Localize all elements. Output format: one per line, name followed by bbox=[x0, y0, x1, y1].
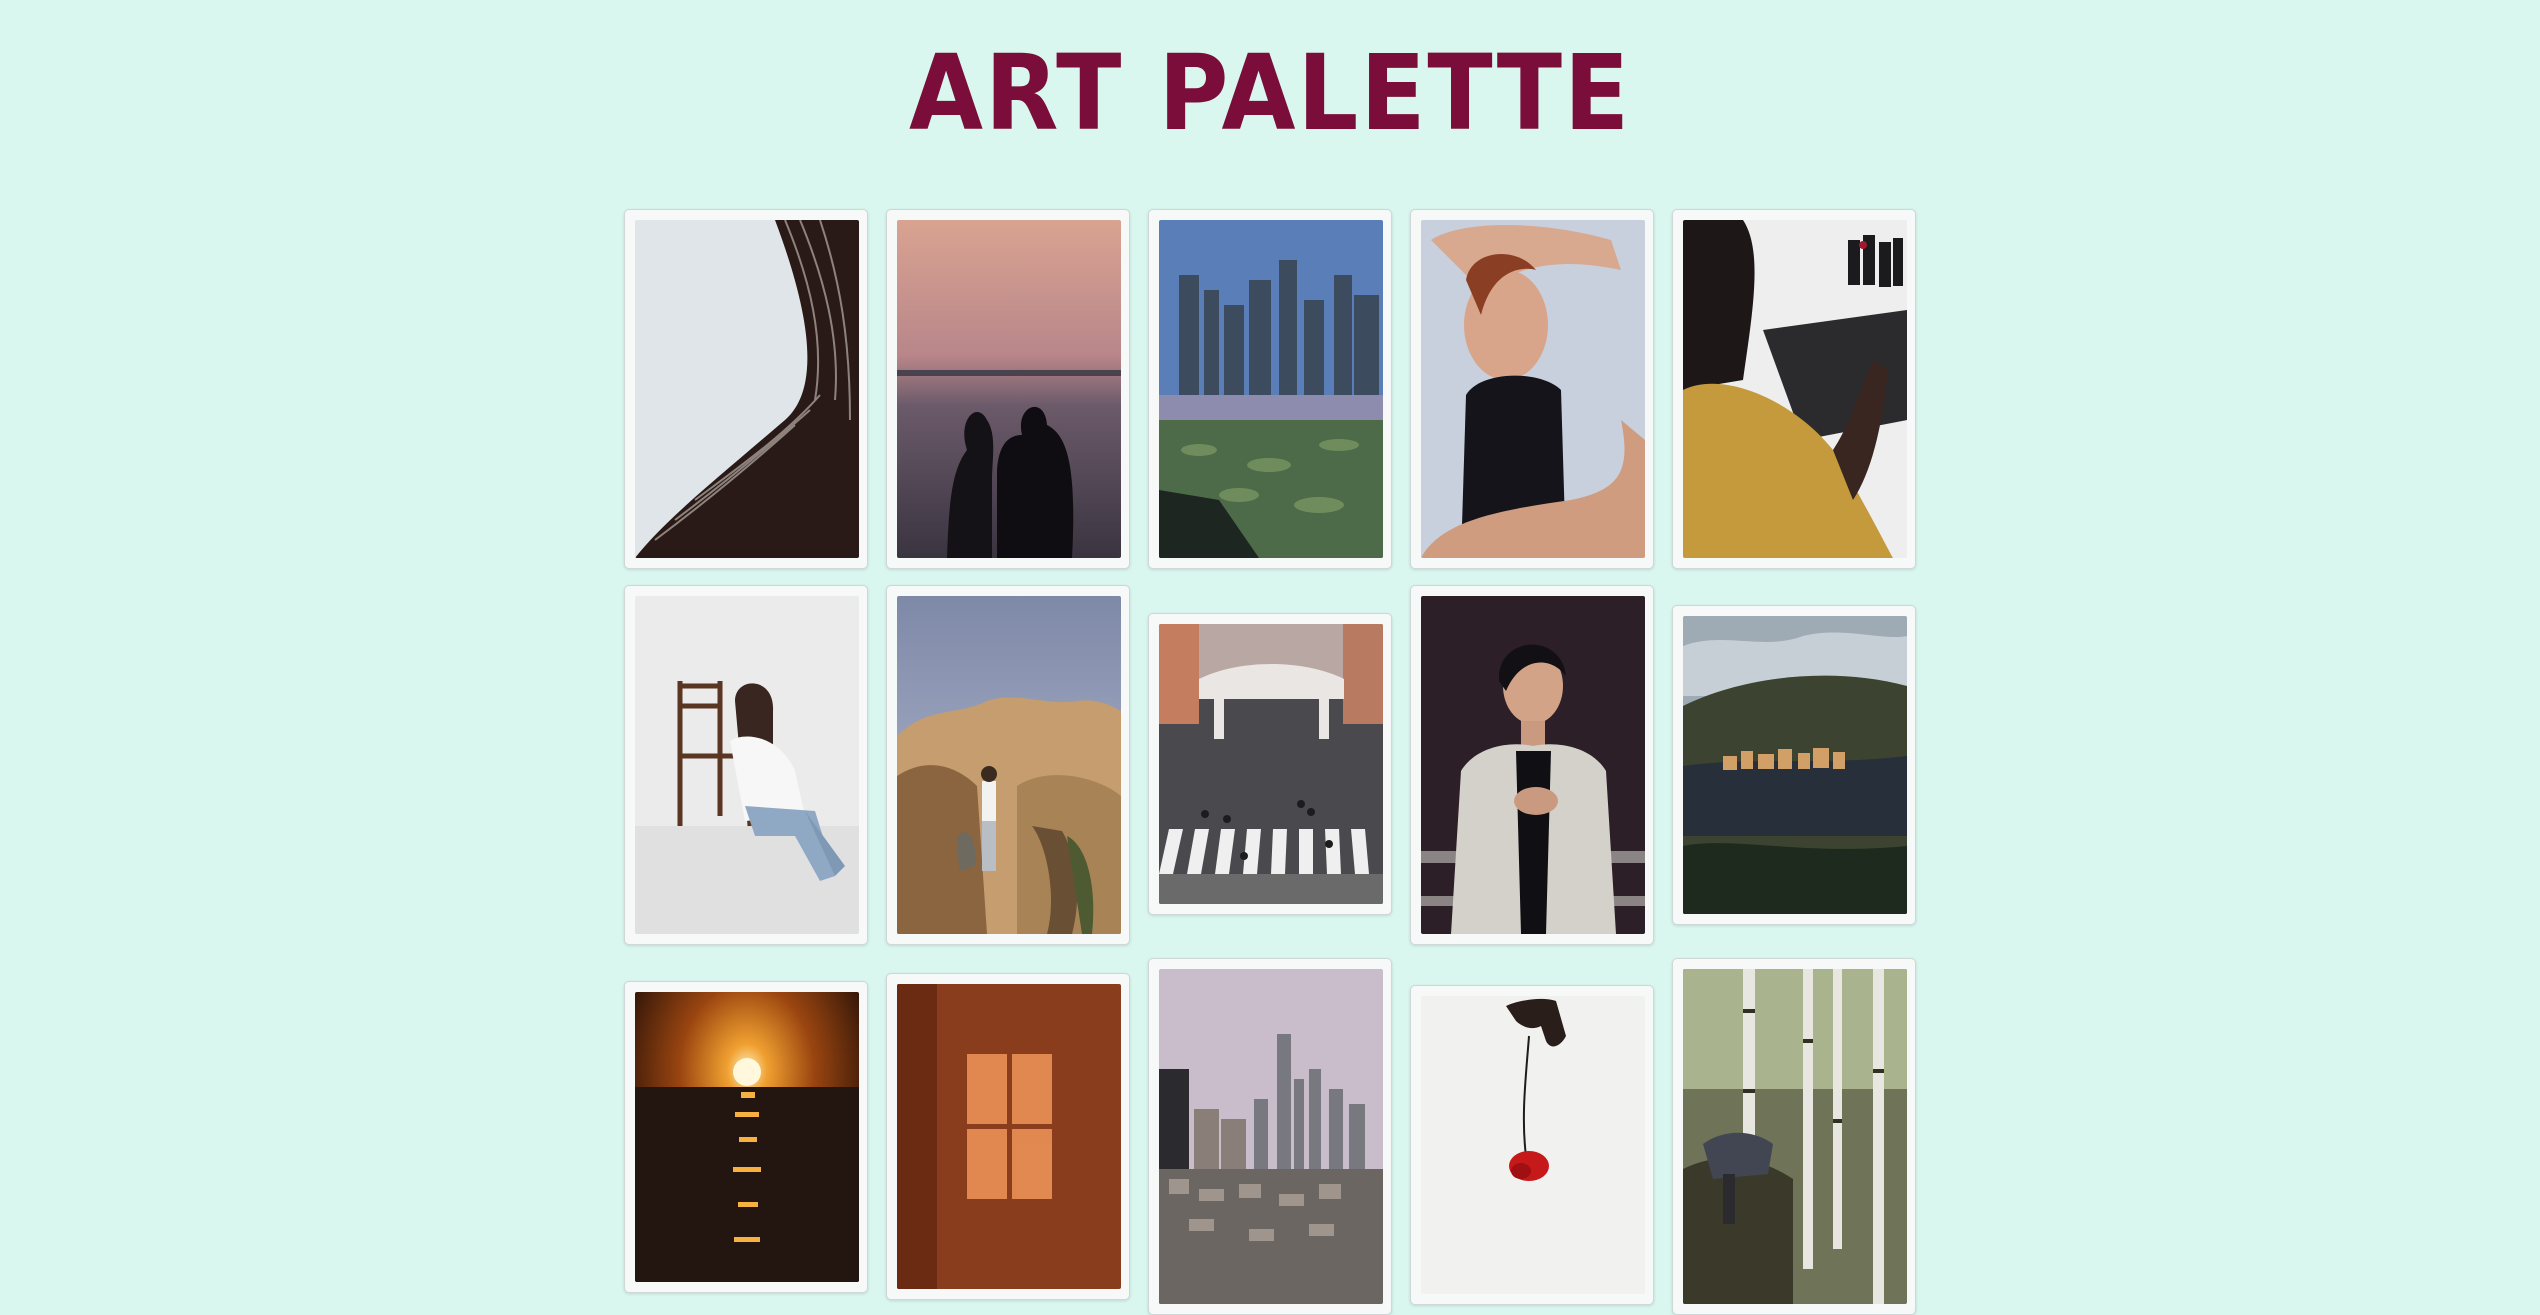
photo-city-skyline-lilypads[interactable] bbox=[1159, 220, 1383, 558]
gallery-card-woman-portrait[interactable] bbox=[1410, 209, 1654, 569]
photo-crosswalk-street[interactable] bbox=[1159, 624, 1383, 904]
photo-hand-red-flower[interactable] bbox=[1421, 996, 1645, 1294]
gallery-card-desert-rocks[interactable] bbox=[886, 585, 1130, 945]
gallery-card-window-light[interactable] bbox=[886, 973, 1130, 1300]
photo-artist-painting[interactable] bbox=[1683, 220, 1907, 558]
photo-twisted-tower[interactable] bbox=[635, 220, 859, 558]
gallery-card-crosswalk-street[interactable] bbox=[1148, 613, 1392, 915]
gallery-card-harbor-village[interactable] bbox=[1672, 605, 1916, 925]
photo-harbor-village[interactable] bbox=[1683, 616, 1907, 914]
gallery-card-city-towers[interactable] bbox=[1148, 958, 1392, 1315]
photo-woman-portrait[interactable] bbox=[1421, 220, 1645, 558]
gallery-card-birch-forest[interactable] bbox=[1672, 958, 1916, 1315]
gallery-card-sea-sunset[interactable] bbox=[624, 981, 868, 1293]
page-title: ART PALETTE bbox=[908, 32, 1632, 154]
gallery-card-woman-chair[interactable] bbox=[624, 585, 868, 945]
gallery-card-artist-painting[interactable] bbox=[1672, 209, 1916, 569]
photo-city-towers[interactable] bbox=[1159, 969, 1383, 1304]
photo-sea-sunset[interactable] bbox=[635, 992, 859, 1282]
photo-birch-forest[interactable] bbox=[1683, 969, 1907, 1304]
gallery-card-city-skyline-lilypads[interactable] bbox=[1148, 209, 1392, 569]
gallery-card-couple-sunset[interactable] bbox=[886, 209, 1130, 569]
photo-couple-sunset[interactable] bbox=[897, 220, 1121, 558]
gallery-card-twisted-tower[interactable] bbox=[624, 209, 868, 569]
photo-desert-rocks[interactable] bbox=[897, 596, 1121, 934]
gallery-card-man-portrait[interactable] bbox=[1410, 585, 1654, 945]
photo-woman-chair[interactable] bbox=[635, 596, 859, 934]
gallery-card-hand-red-flower[interactable] bbox=[1410, 985, 1654, 1305]
photo-man-portrait[interactable] bbox=[1421, 596, 1645, 934]
photo-window-light[interactable] bbox=[897, 984, 1121, 1289]
